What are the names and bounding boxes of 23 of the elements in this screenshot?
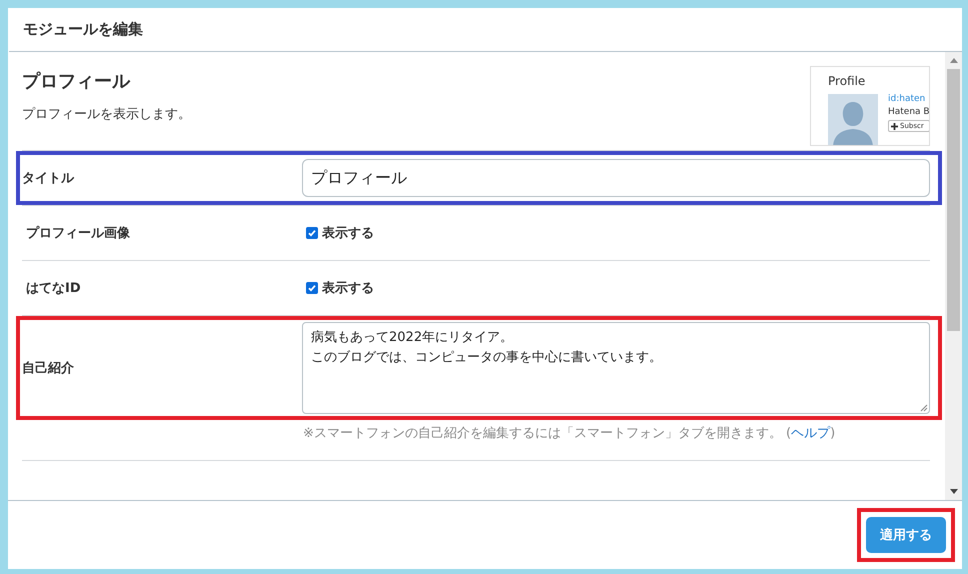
scroll-down-icon[interactable]: [950, 489, 958, 494]
field-label: タイトル: [22, 170, 76, 187]
plus-icon: [891, 122, 898, 130]
field-label: 自己紹介: [22, 360, 75, 377]
checkmark-icon: [307, 228, 317, 238]
avatar-icon: [828, 94, 878, 145]
scrollbar[interactable]: [945, 52, 962, 500]
dialog-title: モジュールを編集: [23, 20, 143, 39]
module-description: プロフィールを表示します。: [22, 106, 191, 123]
title-input[interactable]: プロフィール: [302, 159, 930, 197]
preview-name: Hatena B: [888, 107, 929, 117]
note-text: ※スマートフォンの自己紹介を編集するには「スマートフォン」タブを開きます。 (ヘルプ): [303, 426, 836, 441]
help-link[interactable]: ヘルプ: [791, 426, 830, 441]
checkmark-icon: [307, 283, 317, 293]
field-label: プロフィール画像: [26, 224, 131, 242]
preview-heading: Profile: [828, 74, 866, 88]
scroll-up-icon[interactable]: [950, 58, 958, 63]
module-name: プロフィール: [22, 70, 132, 93]
show-checkbox[interactable]: 表示する: [306, 279, 926, 297]
bio-textarea[interactable]: 病気もあって2022年にリタイア。 このブログでは、コンピュータの事を中心に書いています。: [302, 322, 930, 414]
field-label: はてなID: [26, 280, 82, 297]
show-checkbox[interactable]: 表示する: [306, 224, 926, 242]
resize-grip-icon: [920, 404, 928, 412]
